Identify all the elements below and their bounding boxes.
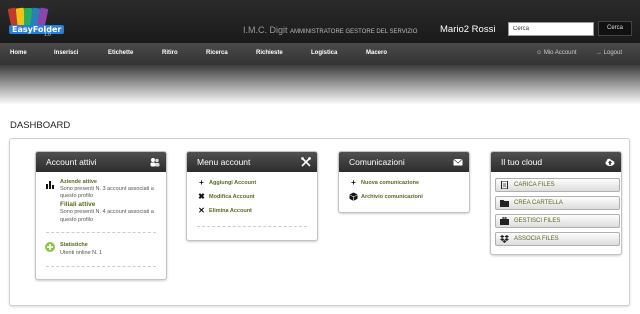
card-header: Account attivi (36, 152, 166, 172)
folder-icon (500, 200, 509, 207)
aggiungi-account-item[interactable]: + Aggiungi Account (197, 178, 256, 187)
aziende-text-1: Sono presenti N. 3 account associati a (60, 186, 154, 192)
nav-ritiro[interactable]: Ritiro (162, 50, 178, 56)
archivio-comunicazioni-item[interactable]: Archivio comunicazioni (349, 192, 423, 201)
user-icon: ☺ (536, 50, 543, 56)
filiali-text-2: questo profilo (60, 217, 94, 223)
card-title: Account attivi (46, 157, 97, 167)
role-label: AMMINISTRATORE GESTORE DEL SERVIZIO (290, 29, 418, 35)
envelope-icon (453, 158, 463, 166)
filiali-link[interactable]: Filiali attive (60, 201, 95, 208)
nav-logistica[interactable]: Logistica (311, 50, 337, 56)
divider (197, 226, 307, 227)
my-account-label: Mio Account (543, 50, 577, 56)
filiali-text-1: Sono presenti N. 4 account associati a (60, 209, 154, 215)
card-menu-account: Menu account + Aggiungi Account ✖ Modifica… (186, 151, 318, 241)
page-title: DASHBOARD (10, 120, 71, 131)
crea-cartella-button[interactable]: CREA CARTELLA (495, 196, 620, 210)
file-icon (501, 181, 508, 189)
main-nav: Home Inserisci Etichette Ritiro Ricerca … (0, 43, 640, 65)
statistiche-link[interactable]: Statistiche (60, 242, 88, 248)
nuova-comunicazione-item[interactable]: + Nuova comunicazione (349, 178, 419, 187)
card-title: Il tuo cloud (501, 157, 543, 167)
logo-name: EasyFolder (9, 25, 65, 34)
nav-inserisci[interactable]: Inserisci (54, 50, 78, 56)
modifica-account-item[interactable]: ✖ Modifica Account (197, 192, 255, 201)
organization-label: I.M.C. Digit AMMINISTRATORE GESTORE DEL … (243, 25, 417, 35)
card-header: Il tuo cloud (491, 152, 621, 172)
card-comunicazioni: Comunicazioni + Nuova comunicazione Archi… (338, 151, 470, 213)
nav-richieste[interactable]: Richieste (256, 50, 283, 56)
top-bar: EasyFolder 1.0 I.M.C. Digit AMMINISTRATO… (0, 0, 640, 43)
dropbox-icon (500, 235, 509, 243)
card-title: Menu account (197, 157, 251, 167)
app-logo[interactable]: EasyFolder 1.0 (6, 4, 65, 38)
cloud-upload-icon (605, 158, 615, 166)
plus-icon: + (351, 178, 356, 187)
divider (46, 232, 156, 233)
utenti-online-text: Utenti online N. 1 (60, 250, 103, 256)
plus-icon: + (199, 178, 204, 187)
tools-icon (301, 157, 311, 167)
gestisci-files-button[interactable]: GESTISCI FILES (495, 214, 620, 228)
users-icon (150, 158, 160, 167)
logo-version: 1.0 (44, 32, 51, 38)
elimina-account-item[interactable]: ✕ Elimina Account (197, 206, 252, 215)
nav-etichette[interactable]: Etichette (108, 50, 133, 56)
associa-files-button[interactable]: ASSOCIA FILES (495, 232, 620, 246)
nav-ricerca[interactable]: Ricerca (206, 50, 228, 56)
close-icon: ✕ (198, 206, 205, 215)
divider (46, 266, 156, 267)
card-cloud: Il tuo cloud CARICA FILES CREA CARTELLA … (490, 151, 622, 255)
my-account-link[interactable]: ☺ Mio Account (536, 50, 577, 56)
card-account-attivi: Account attivi Aziende attive Sono prese… (35, 151, 167, 280)
card-title: Comunicazioni (349, 157, 405, 167)
wrench-icon: ✖ (198, 192, 205, 201)
logout-label: Logout (603, 50, 623, 56)
logout-icon: → (596, 50, 602, 56)
nav-macero[interactable]: Macero (366, 50, 387, 56)
aziende-link[interactable]: Aziende attive (60, 179, 97, 185)
user-name: Mario2 Rossi (440, 24, 496, 35)
carica-files-button[interactable]: CARICA FILES (495, 178, 620, 192)
nav-home[interactable]: Home (10, 50, 27, 56)
org-name: I.M.C. Digit (243, 25, 288, 35)
search-input[interactable] (508, 22, 594, 36)
card-header: Comunicazioni (339, 152, 469, 172)
search-button[interactable]: Cerca (598, 21, 632, 36)
plus-circle-icon (45, 242, 55, 252)
archive-box-icon (349, 192, 358, 201)
aziende-text-2: questo profilo (60, 193, 94, 199)
logout-link[interactable]: → Logout (596, 50, 622, 56)
bar-chart-icon (46, 181, 54, 189)
card-header: Menu account (187, 152, 317, 172)
briefcase-icon (500, 217, 509, 225)
header-shadow (0, 65, 640, 105)
